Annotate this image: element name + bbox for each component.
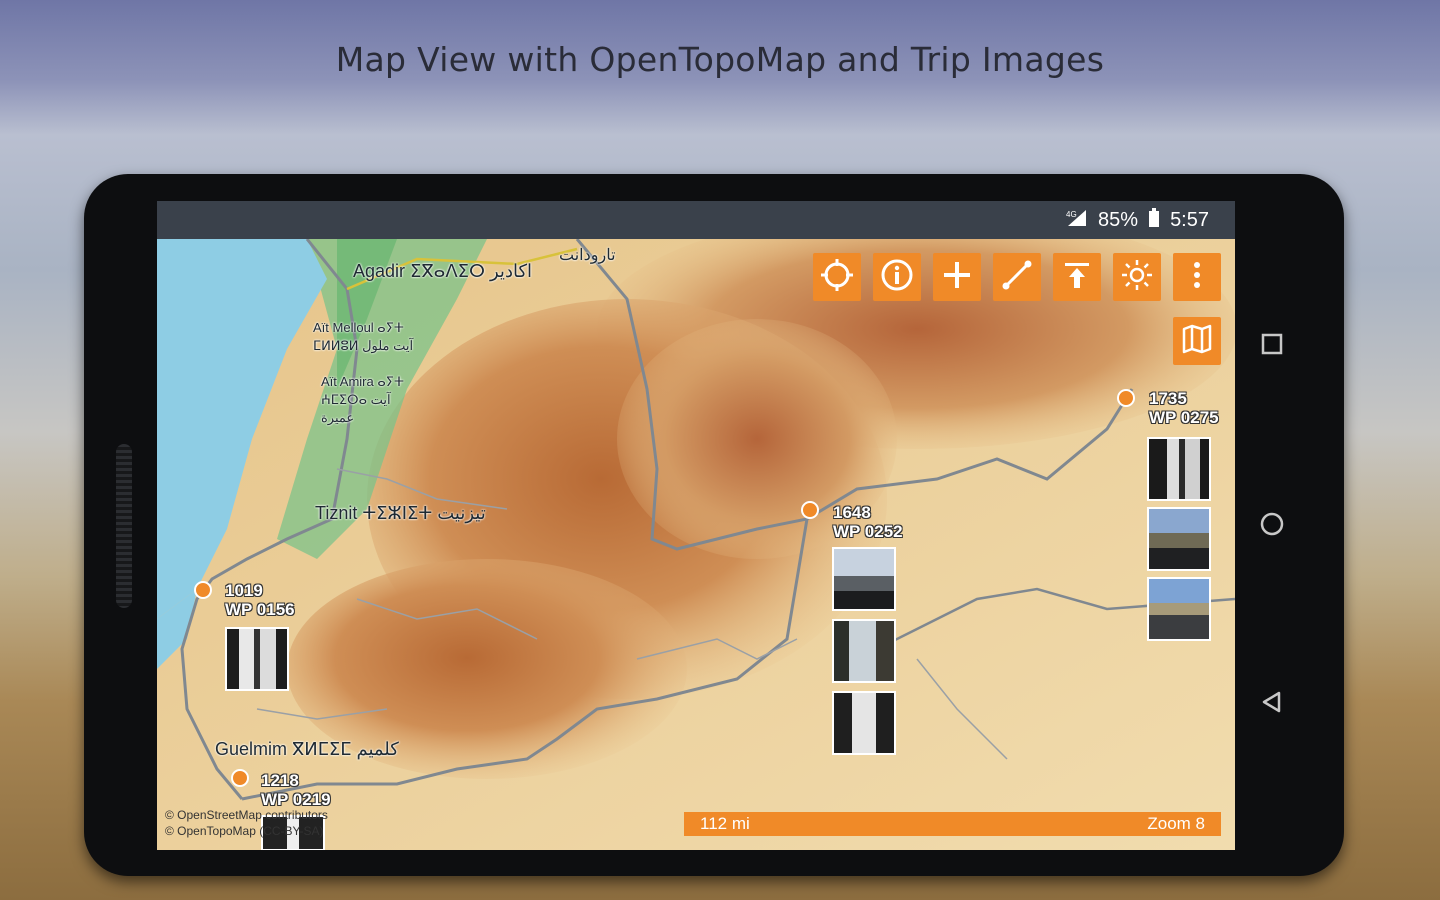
scale-distance: 112 mi — [700, 814, 750, 833]
waypoint-marker[interactable] — [231, 769, 249, 787]
waypoint-label: 1218 WP 0219 — [261, 771, 331, 809]
recents-icon — [1260, 332, 1284, 360]
place-label-taroudant: تارودانت — [559, 247, 616, 264]
place-label-tiznit: Tiznit ⵜⵉⵣⵏⵉⵜ تيزنيت — [315, 503, 486, 523]
trip-photo-thumbnail[interactable] — [1147, 577, 1211, 641]
battery-percent: 85% — [1098, 208, 1139, 231]
trip-photo-thumbnail[interactable] — [225, 627, 289, 691]
waypoint-label: 1648 WP 0252 — [833, 503, 903, 541]
back-button[interactable] — [1252, 684, 1292, 724]
overflow-menu-button[interactable] — [1173, 253, 1221, 301]
route-button[interactable] — [993, 253, 1041, 301]
map-icon — [1180, 322, 1214, 360]
trip-photo-thumbnail[interactable] — [1147, 437, 1211, 501]
map-toolbar — [813, 253, 1221, 301]
brightness-button[interactable] — [1113, 253, 1161, 301]
zoom-level: Zoom 8 — [1147, 814, 1205, 833]
trip-photo-thumbnail[interactable] — [832, 691, 896, 755]
target-button[interactable] — [813, 253, 861, 301]
waypoint-marker[interactable] — [1117, 389, 1135, 407]
waypoint-marker[interactable] — [194, 581, 212, 599]
plus-icon — [940, 258, 974, 296]
elevation-button[interactable] — [1053, 253, 1101, 301]
target-icon — [820, 258, 854, 296]
place-label-ait-amira: Aït Amira ⴰⵢⵜ ⵄⵎⵉⵔⴰ آيت عميرة — [321, 374, 404, 425]
trip-photo-thumbnail[interactable] — [1147, 507, 1211, 571]
waypoint-label: 1019 WP 0156 — [225, 581, 295, 619]
elevation-icon — [1060, 258, 1094, 296]
svg-text:4G: 4G — [1066, 210, 1077, 219]
waypoint-label: 1735 WP 0275 — [1149, 389, 1219, 427]
place-label-guelmim: Guelmim ⴳⵍⵎⵉⵎ كلميم — [215, 739, 399, 759]
waypoint-marker[interactable] — [801, 501, 819, 519]
place-label-ait-melloul: Aït Melloul ⴰⵢⵜ ⵎⵍⵍⵓⵍ آيت ملول — [313, 320, 414, 353]
scale-bar: 112 mi Zoom 8 — [684, 812, 1221, 836]
navigation-bar — [1252, 320, 1292, 730]
recents-button[interactable] — [1252, 326, 1292, 366]
status-bar: 4G 85% 5:57 — [157, 201, 1235, 239]
clock: 5:57 — [1170, 208, 1209, 231]
battery-icon — [1148, 207, 1160, 233]
device-screen: 4G 85% 5:57 Agadir ⵉⴳⴰⴷⵉⵔ اكادير تارودان… — [157, 201, 1235, 850]
map-attribution: © OpenStreetMap contributors © OpenTopoM… — [165, 808, 328, 838]
info-button[interactable] — [873, 253, 921, 301]
brightness-icon — [1120, 258, 1154, 296]
map-layer-button[interactable] — [1173, 317, 1221, 365]
info-icon — [880, 258, 914, 296]
add-waypoint-button[interactable] — [933, 253, 981, 301]
headline: Map View with OpenTopoMap and Trip Image… — [335, 40, 1105, 79]
trip-photo-thumbnail[interactable] — [832, 619, 896, 683]
trip-photo-thumbnail[interactable] — [832, 547, 896, 611]
signal-icon: 4G — [1066, 208, 1088, 233]
route-icon — [1000, 258, 1034, 296]
more-vert-icon — [1180, 258, 1214, 296]
tablet-speaker — [116, 444, 132, 608]
back-icon — [1260, 690, 1284, 718]
home-button[interactable] — [1252, 506, 1292, 546]
home-icon — [1259, 511, 1285, 541]
place-label-agadir: Agadir ⵉⴳⴰⴷⵉⵔ اكادير — [353, 261, 533, 281]
